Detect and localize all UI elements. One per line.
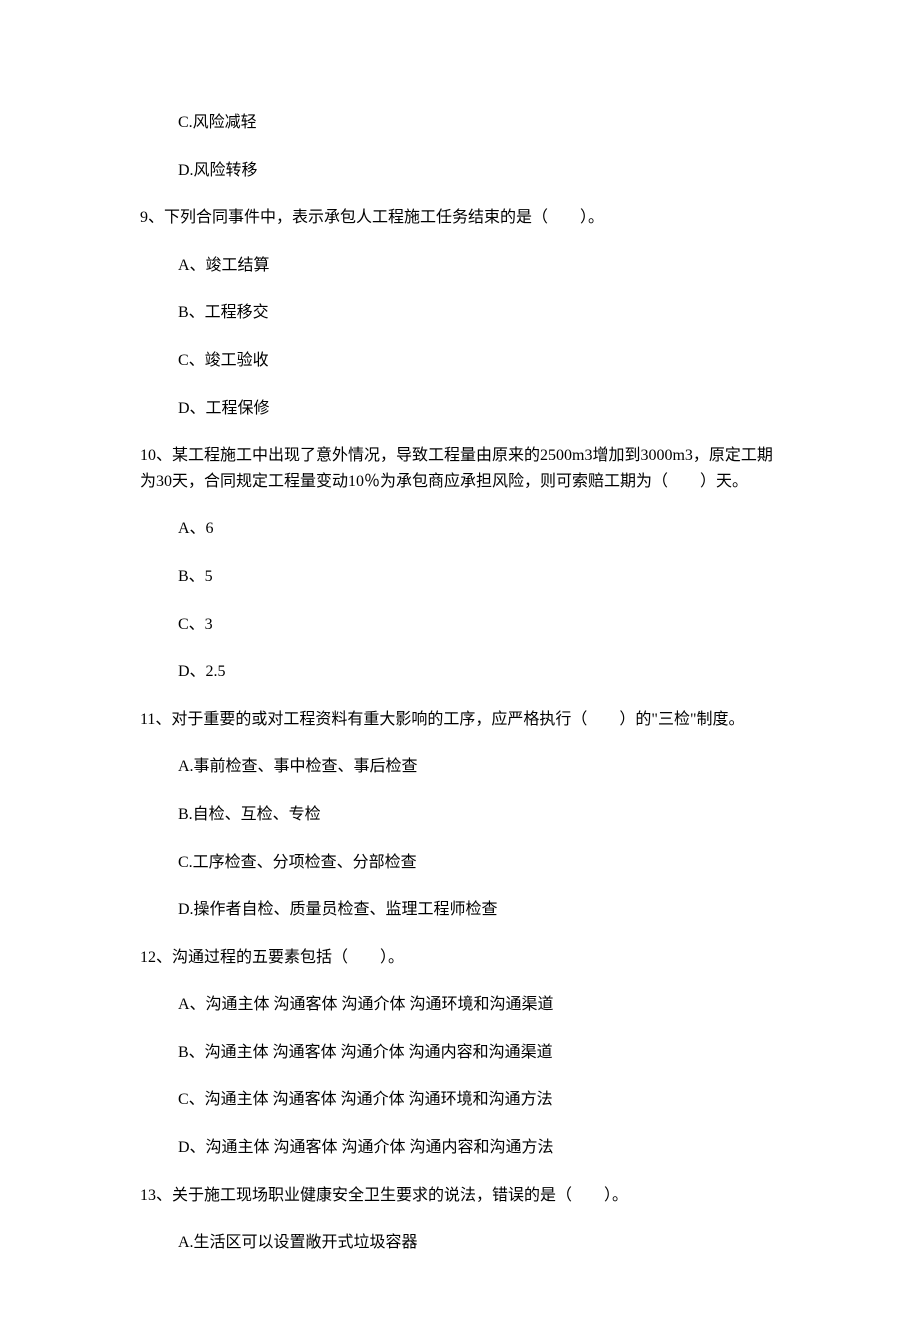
q10-option-c: C、3	[140, 612, 780, 638]
option-d: D.风险转移	[140, 158, 780, 184]
q12-option-d: D、沟通主体 沟通客体 沟通介体 沟通内容和沟通方法	[140, 1135, 780, 1161]
question-10: 10、某工程施工中出现了意外情况，导致工程量由原来的2500m3增加到3000m…	[140, 443, 780, 494]
q9-option-c: C、竣工验收	[140, 348, 780, 374]
q11-option-a: A.事前检查、事中检查、事后检查	[140, 754, 780, 780]
prior-question-options: C.风险减轻 D.风险转移	[140, 110, 780, 183]
question-11-options: A.事前检查、事中检查、事后检查 B.自检、互检、专检 C.工序检查、分项检查、…	[140, 754, 780, 922]
q12-option-b: B、沟通主体 沟通客体 沟通介体 沟通内容和沟通渠道	[140, 1040, 780, 1066]
q10-option-a: A、6	[140, 516, 780, 542]
q10-option-b: B、5	[140, 564, 780, 590]
question-13: 13、关于施工现场职业健康安全卫生要求的说法，错误的是（ ）。	[140, 1183, 780, 1209]
question-9: 9、下列合同事件中，表示承包人工程施工任务结束的是（ ）。	[140, 205, 780, 231]
option-c: C.风险减轻	[140, 110, 780, 136]
question-12: 12、沟通过程的五要素包括（ ）。	[140, 945, 780, 971]
question-13-options: A.生活区可以设置敞开式垃圾容器	[140, 1230, 780, 1256]
question-10-options: A、6 B、5 C、3 D、2.5	[140, 516, 780, 684]
q13-option-a: A.生活区可以设置敞开式垃圾容器	[140, 1230, 780, 1256]
q9-option-d: D、工程保修	[140, 396, 780, 422]
q12-option-a: A、沟通主体 沟通客体 沟通介体 沟通环境和沟通渠道	[140, 992, 780, 1018]
question-12-options: A、沟通主体 沟通客体 沟通介体 沟通环境和沟通渠道 B、沟通主体 沟通客体 沟…	[140, 992, 780, 1160]
q11-option-c: C.工序检查、分项检查、分部检查	[140, 850, 780, 876]
q12-option-c: C、沟通主体 沟通客体 沟通介体 沟通环境和沟通方法	[140, 1087, 780, 1113]
q11-option-b: B.自检、互检、专检	[140, 802, 780, 828]
question-9-options: A、竣工结算 B、工程移交 C、竣工验收 D、工程保修	[140, 253, 780, 421]
question-11: 11、对于重要的或对工程资料有重大影响的工序，应严格执行（ ）的"三检"制度。	[140, 707, 780, 733]
q11-option-d: D.操作者自检、质量员检查、监理工程师检查	[140, 897, 780, 923]
q9-option-b: B、工程移交	[140, 300, 780, 326]
q10-option-d: D、2.5	[140, 659, 780, 685]
q9-option-a: A、竣工结算	[140, 253, 780, 279]
